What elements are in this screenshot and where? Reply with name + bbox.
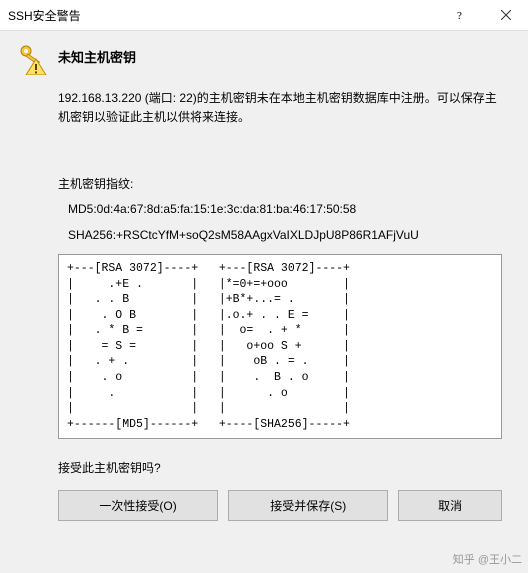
header-row: 未知主机密钥 bbox=[16, 43, 512, 75]
dialog-heading: 未知主机密钥 bbox=[58, 43, 136, 66]
warning-key-icon bbox=[16, 43, 48, 75]
cancel-button[interactable]: 取消 bbox=[398, 490, 502, 521]
help-button[interactable]: ? bbox=[438, 0, 483, 30]
content-area: 未知主机密钥 192.168.13.220 (端口: 22)的主机密钥未在本地主… bbox=[0, 31, 528, 533]
button-row: 一次性接受(O) 接受并保存(S) 取消 bbox=[58, 490, 502, 521]
fingerprint-md5: MD5:0d:4a:67:8d:a5:fa:15:1e:3c:da:81:ba:… bbox=[68, 202, 502, 216]
close-button[interactable] bbox=[483, 0, 528, 30]
accept-once-button[interactable]: 一次性接受(O) bbox=[58, 490, 218, 521]
titlebar: SSH安全警告 ? bbox=[0, 0, 528, 31]
prompt-text: 接受此主机密钥吗? bbox=[58, 459, 502, 476]
fingerprint-label: 主机密钥指纹: bbox=[58, 175, 502, 192]
message-text: 192.168.13.220 (端口: 22)的主机密钥未在本地主机密钥数据库中… bbox=[58, 89, 508, 127]
fingerprint-sha256: SHA256:+RSCtcYfM+soQ2sM58AAgxVaIXLDJpU8P… bbox=[68, 228, 502, 242]
accept-save-button[interactable]: 接受并保存(S) bbox=[228, 490, 388, 521]
window-title: SSH安全警告 bbox=[8, 7, 438, 24]
fingerprint-section: 主机密钥指纹: MD5:0d:4a:67:8d:a5:fa:15:1e:3c:d… bbox=[58, 175, 502, 476]
svg-text:?: ? bbox=[457, 10, 462, 20]
fingerprint-randomart: +---[RSA 3072]----+ +---[RSA 3072]----+ … bbox=[58, 254, 502, 439]
watermark-text: 知乎 @王小二 bbox=[453, 551, 522, 567]
